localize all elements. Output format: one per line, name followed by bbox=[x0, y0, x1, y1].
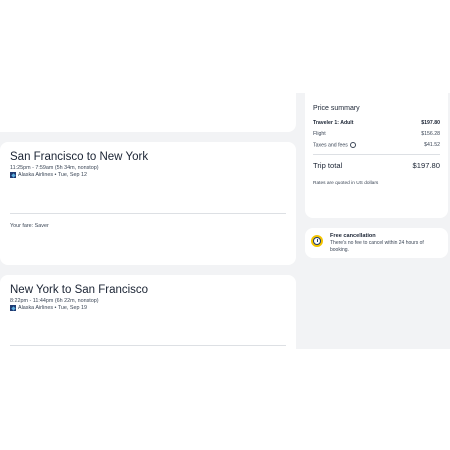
leg-airline: Alaska Airlines • Tue, Sep 12 bbox=[18, 172, 88, 178]
alaska-airlines-logo-icon bbox=[10, 305, 16, 311]
taxes-label: Taxes and fees bbox=[313, 142, 348, 149]
currency-note: Rates are quoted in US dollars bbox=[313, 181, 379, 186]
leg-time: 11:25pm - 7:59am (5h 34m, nonstop) bbox=[10, 165, 99, 171]
divider bbox=[10, 213, 286, 214]
clock-icon bbox=[311, 235, 323, 247]
info-icon[interactable] bbox=[349, 141, 357, 148]
price-summary-card: Price summary Traveler 1: Adult $197.80 … bbox=[305, 93, 448, 218]
leg-time: 8:22pm - 11:44pm (6h 22m, nonstop) bbox=[10, 298, 99, 304]
fare-type: Your fare: Saver bbox=[10, 223, 49, 229]
traveler-label: Traveler 1: Adult bbox=[313, 120, 354, 126]
traveler-row: Traveler 1: Adult $197.80 bbox=[313, 120, 440, 126]
flight-leg-card-return: New York to San Francisco 8:22pm - 11:44… bbox=[0, 275, 296, 349]
divider bbox=[313, 154, 440, 155]
leg-airline: Alaska Airlines • Tue, Sep 19 bbox=[18, 305, 88, 311]
previous-section-card bbox=[0, 93, 296, 132]
trip-total-price: $197.80 bbox=[412, 161, 440, 170]
flight-label: Flight bbox=[313, 131, 326, 137]
leg-title: New York to San Francisco bbox=[10, 284, 149, 296]
flight-price: $156.28 bbox=[421, 131, 440, 137]
taxes-row: Taxes and fees $41.52 bbox=[313, 141, 440, 149]
divider bbox=[10, 345, 286, 346]
flight-leg-card-outbound: San Francisco to New York 11:25pm - 7:59… bbox=[0, 142, 296, 265]
traveler-price: $197.80 bbox=[421, 120, 440, 126]
flight-row: Flight $156.28 bbox=[313, 131, 440, 137]
cancellation-title: Free cancellation bbox=[330, 233, 376, 239]
price-summary-title: Price summary bbox=[313, 105, 360, 112]
trip-total-label: Trip total bbox=[313, 161, 343, 170]
leg-airline-row: Alaska Airlines • Tue, Sep 19 bbox=[10, 305, 87, 311]
leg-title: San Francisco to New York bbox=[10, 151, 149, 163]
cancellation-text: There's no fee to cancel within 24 hours… bbox=[330, 240, 424, 253]
leg-airline-row: Alaska Airlines • Tue, Sep 12 bbox=[10, 172, 87, 178]
alaska-airlines-logo-icon bbox=[10, 172, 16, 178]
free-cancellation-card: Free cancellation There's no fee to canc… bbox=[305, 228, 448, 258]
trip-total-row: Trip total $197.80 bbox=[313, 161, 440, 170]
taxes-price: $41.52 bbox=[424, 142, 440, 148]
